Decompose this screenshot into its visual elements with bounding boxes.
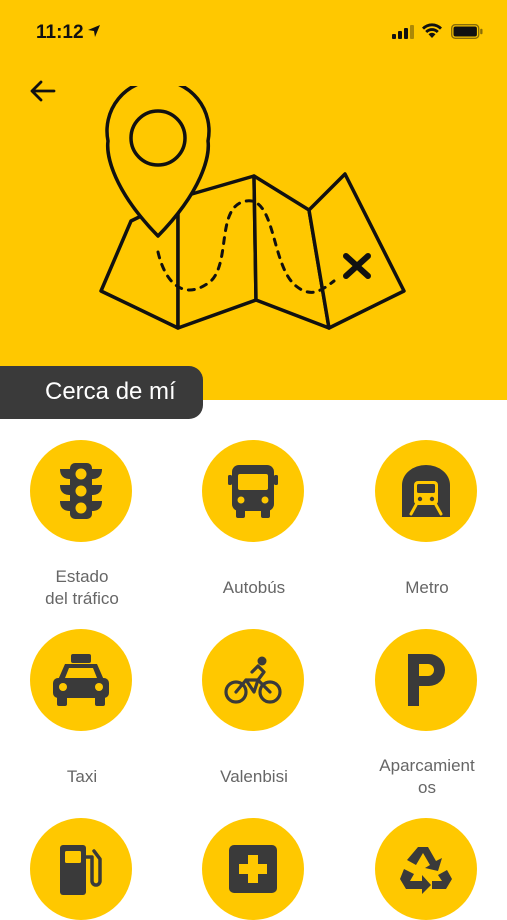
valenbisi-button[interactable]: Valenbisi — [169, 629, 339, 799]
traffic-icon-circle — [30, 440, 132, 542]
fuel-station-icon — [60, 845, 102, 895]
taxi-icon — [53, 654, 109, 706]
pharmacy-button[interactable] — [169, 818, 339, 920]
fuel-icon-circle — [30, 818, 132, 920]
traffic-status-button[interactable]: Estado del tráfico — [0, 440, 170, 610]
valenbisi-label: Valenbisi — [220, 767, 288, 786]
taxi-icon-circle — [30, 629, 132, 731]
battery-icon — [451, 24, 483, 39]
bus-icon — [228, 465, 278, 518]
status-bar: 11:12 — [0, 0, 507, 64]
taxi-button[interactable]: Taxi — [0, 629, 170, 799]
metro-button[interactable]: Metro — [342, 440, 507, 610]
pharmacy-cross-icon — [229, 845, 277, 893]
bus-icon-circle — [202, 440, 304, 542]
recycling-icon-circle — [375, 818, 477, 920]
map-location-illustration — [99, 86, 406, 330]
bicycle-icon — [224, 656, 282, 704]
cellular-signal-icon — [392, 25, 414, 39]
metro-icon-circle — [375, 440, 477, 542]
traffic-light-icon — [60, 463, 102, 519]
bus-label: Autobús — [222, 578, 286, 597]
traffic-status-label: Estado del tráfico — [45, 567, 119, 608]
recycling-button[interactable] — [342, 818, 507, 920]
metro-label: Metro — [405, 578, 449, 597]
pharmacy-icon-circle — [202, 818, 304, 920]
parking-button[interactable]: Aparcamient os — [342, 629, 507, 799]
recycling-icon — [400, 847, 452, 894]
back-arrow-icon[interactable] — [26, 76, 60, 106]
page-title: Cerca de mí — [45, 378, 176, 405]
bus-button[interactable]: Autobús — [169, 440, 339, 610]
metro-icon — [402, 465, 450, 517]
wifi-icon — [422, 23, 442, 38]
status-time: 11:12 — [36, 22, 84, 43]
location-arrow-icon — [88, 25, 100, 37]
parking-label: Aparcamient os — [379, 756, 475, 797]
parking-icon-circle — [375, 629, 477, 731]
parking-icon — [408, 654, 445, 706]
bicycle-icon-circle — [202, 629, 304, 731]
taxi-label: Taxi — [66, 767, 98, 786]
fuel-station-button[interactable] — [0, 818, 170, 920]
